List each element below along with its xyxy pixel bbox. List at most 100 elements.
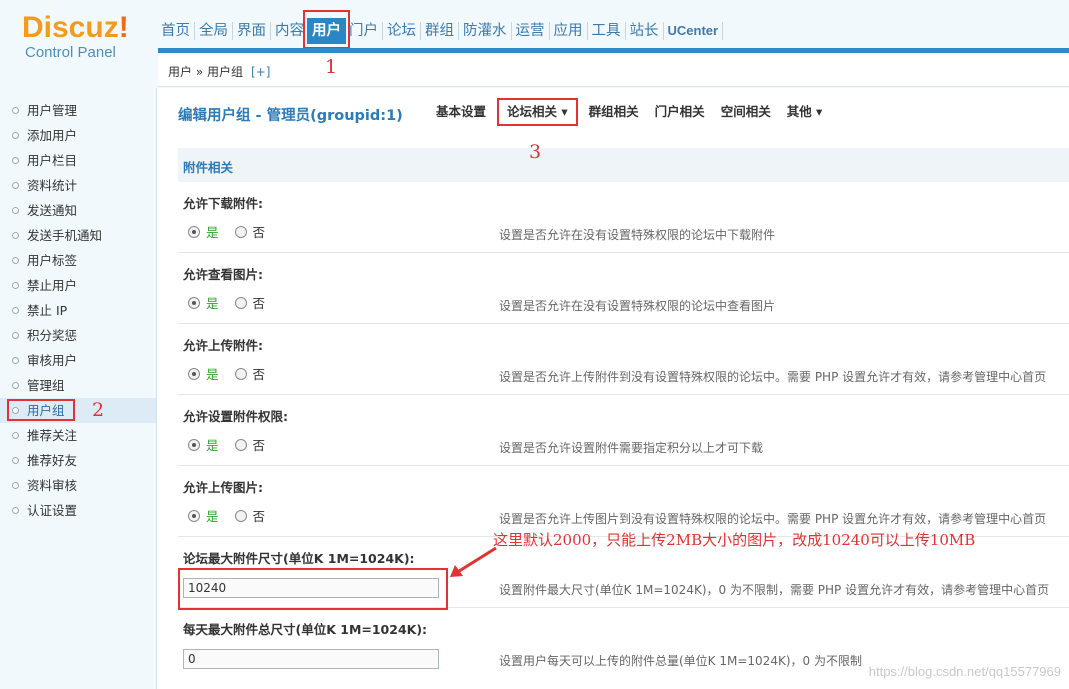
tab-forum-related[interactable]: 论坛相关 ▾ — [497, 98, 578, 126]
sidebar-item-label: 添加用户 — [27, 128, 78, 143]
radio-yes[interactable] — [188, 509, 200, 522]
sidebar-item-recommend-friends[interactable]: 推荐好友 — [0, 448, 156, 473]
nav-separator — [382, 22, 383, 40]
bullet-icon — [12, 282, 19, 289]
setting-label: 每天最大附件总尺寸(单位K 1M=1024K): — [183, 622, 428, 637]
nav-apps[interactable]: 应用 — [551, 18, 586, 44]
sidebar-item-review-users[interactable]: 审核用户 — [0, 348, 156, 373]
nav-group[interactable]: 群组 — [422, 18, 457, 44]
sidebar-item-user-tags[interactable]: 用户标签 — [0, 248, 156, 273]
sidebar-item-add-user[interactable]: 添加用户 — [0, 123, 156, 148]
sidebar-item-label: 禁止用户 — [27, 278, 78, 293]
radio-no[interactable] — [234, 509, 247, 522]
sidebar-item-recommend-follow[interactable]: 推荐关注 — [0, 423, 156, 448]
sidebar-item-send-sms[interactable]: 发送手机通知 — [0, 223, 156, 248]
nav-separator — [232, 22, 233, 40]
sidebar-item-label: 发送通知 — [27, 203, 78, 218]
step-3-annotation: 3 — [529, 141, 542, 163]
setting-label: 论坛最大附件尺寸(单位K 1M=1024K): — [183, 551, 415, 566]
section-title: 附件相关 — [183, 160, 234, 175]
sidebar-item-user-groups[interactable]: 用户组 — [0, 398, 156, 423]
sidebar-item-ban-user[interactable]: 禁止用户 — [0, 273, 156, 298]
setting-description: 设置是否允许上传附件到没有设置特殊权限的论坛中。需要 PHP 设置允许才有效，请… — [499, 370, 1047, 384]
nav-tools[interactable]: 工具 — [589, 18, 624, 44]
sidebar-item-label: 禁止 IP — [27, 303, 68, 318]
radio-group: 是 否 — [188, 364, 265, 383]
nav-interface[interactable]: 界面 — [234, 18, 269, 44]
sidebar-item-profile-stats[interactable]: 资料统计 — [0, 173, 156, 198]
nav-home[interactable]: 首页 — [158, 18, 193, 44]
add-to-favorites-link[interactable]: [+] — [251, 65, 270, 79]
sidebar-item-verify-settings[interactable]: 认证设置 — [0, 498, 156, 523]
tab-space-related[interactable]: 空间相关 — [713, 98, 779, 126]
daily-attach-size-input[interactable] — [183, 649, 439, 669]
radio-no[interactable] — [234, 296, 247, 309]
nav-ucenter[interactable]: UCenter — [665, 18, 722, 44]
radio-yes-label: 是 — [206, 367, 219, 382]
sidebar-item-label: 资料统计 — [27, 178, 78, 193]
setting-row-download-attach: 允许下载附件: 是 否 设置是否允许在没有设置特殊权限的论坛中下载附件 — [178, 182, 1069, 253]
bullet-icon — [12, 457, 19, 464]
nav-portal[interactable]: 门户 — [346, 18, 381, 44]
tab-portal-related[interactable]: 门户相关 — [647, 98, 713, 126]
nav-separator — [586, 22, 588, 40]
arrow-icon — [450, 546, 497, 577]
sidebar-item-admin-groups[interactable]: 管理组 — [0, 373, 156, 398]
radio-yes[interactable] — [188, 225, 200, 238]
sidebar-item-send-notice[interactable]: 发送通知 — [0, 198, 156, 223]
logo[interactable]: Discuz! Control Panel — [22, 12, 152, 62]
sidebar-item-credit-rewards[interactable]: 积分奖惩 — [0, 323, 156, 348]
radio-no[interactable] — [234, 225, 247, 238]
radio-group: 是 否 — [188, 222, 265, 241]
sidebar-item-user-columns[interactable]: 用户栏目 — [0, 148, 156, 173]
nav-global[interactable]: 全局 — [196, 18, 231, 44]
bullet-icon — [12, 107, 19, 114]
nav-content[interactable]: 内容 — [272, 18, 307, 44]
main-content: 编辑用户组 - 管理员(groupid:1) 基本设置 论坛相关 ▾ 群组相关 … — [158, 88, 1069, 689]
highlight-box-input — [178, 568, 448, 610]
tab-other[interactable]: 其他 ▾ — [779, 98, 831, 126]
radio-group: 是 否 — [188, 506, 265, 525]
sidebar-item-profile-review[interactable]: 资料审核 — [0, 473, 156, 498]
setting-row-view-images: 允许查看图片: 是 否 设置是否允许在没有设置特殊权限的论坛中查看图片 — [178, 253, 1069, 324]
step-2-annotation: 2 — [92, 399, 105, 421]
nav-separator — [420, 22, 421, 40]
nav-user[interactable]: 用户 — [303, 10, 350, 49]
tab-group-related[interactable]: 群组相关 — [581, 98, 647, 126]
radio-no[interactable] — [234, 367, 247, 380]
sidebar-item-user-manage[interactable]: 用户管理 — [0, 98, 156, 123]
radio-yes[interactable] — [188, 296, 200, 309]
sidebar-item-label: 资料审核 — [27, 478, 78, 493]
sidebar-item-label: 用户管理 — [27, 103, 78, 118]
nav-admin[interactable]: 站长 — [627, 18, 662, 44]
setting-description: 设置是否允许在没有设置特殊权限的论坛中下载附件 — [499, 228, 776, 242]
sidebar-item-ban-ip[interactable]: 禁止 IP — [0, 298, 156, 323]
radio-no-label: 否 — [252, 509, 266, 524]
setting-description: 设置是否允许上传图片到没有设置特殊权限的论坛中。需要 PHP 设置允许才有效，请… — [499, 512, 1047, 526]
note-annotation: 这里默认2000，只能上传2MB大小的图片，改成10240可以上传10MB — [493, 531, 976, 549]
breadcrumb-bar: 用户 » 用户组 [+] — [158, 53, 1069, 87]
tab-basic-settings[interactable]: 基本设置 — [428, 98, 494, 126]
setting-label: 允许下载附件: — [183, 196, 263, 211]
top-nav: 首页 全局 界面 内容 用户 门户 论坛 群组 防灌水 运营 应用 工具 站长 … — [158, 10, 724, 49]
nav-separator — [458, 22, 459, 40]
nav-forum[interactable]: 论坛 — [384, 18, 419, 44]
radio-no[interactable] — [234, 438, 247, 451]
radio-yes[interactable] — [188, 438, 200, 451]
sidebar-item-label: 推荐关注 — [27, 428, 78, 443]
nav-operation[interactable]: 运营 — [513, 18, 548, 44]
logo-brand: Discuz! — [22, 11, 129, 44]
setting-label: 允许设置附件权限: — [183, 409, 288, 424]
nav-antispam[interactable]: 防灌水 — [460, 18, 510, 44]
radio-yes[interactable] — [188, 367, 200, 380]
setting-label: 允许查看图片: — [183, 267, 263, 282]
sidebar-item-label: 推荐好友 — [27, 453, 78, 468]
bullet-icon — [12, 157, 19, 164]
bullet-icon — [12, 357, 19, 364]
bullet-icon — [12, 507, 19, 514]
setting-row-upload-images: 允许上传图片: 是 否 设置是否允许上传图片到没有设置特殊权限的论坛中。需要 P… — [178, 466, 1069, 537]
radio-yes-label: 是 — [206, 438, 219, 453]
bullet-icon — [12, 132, 19, 139]
watermark: https://blog.csdn.net/qq15577969 — [868, 664, 1061, 679]
bullet-icon — [12, 432, 19, 439]
